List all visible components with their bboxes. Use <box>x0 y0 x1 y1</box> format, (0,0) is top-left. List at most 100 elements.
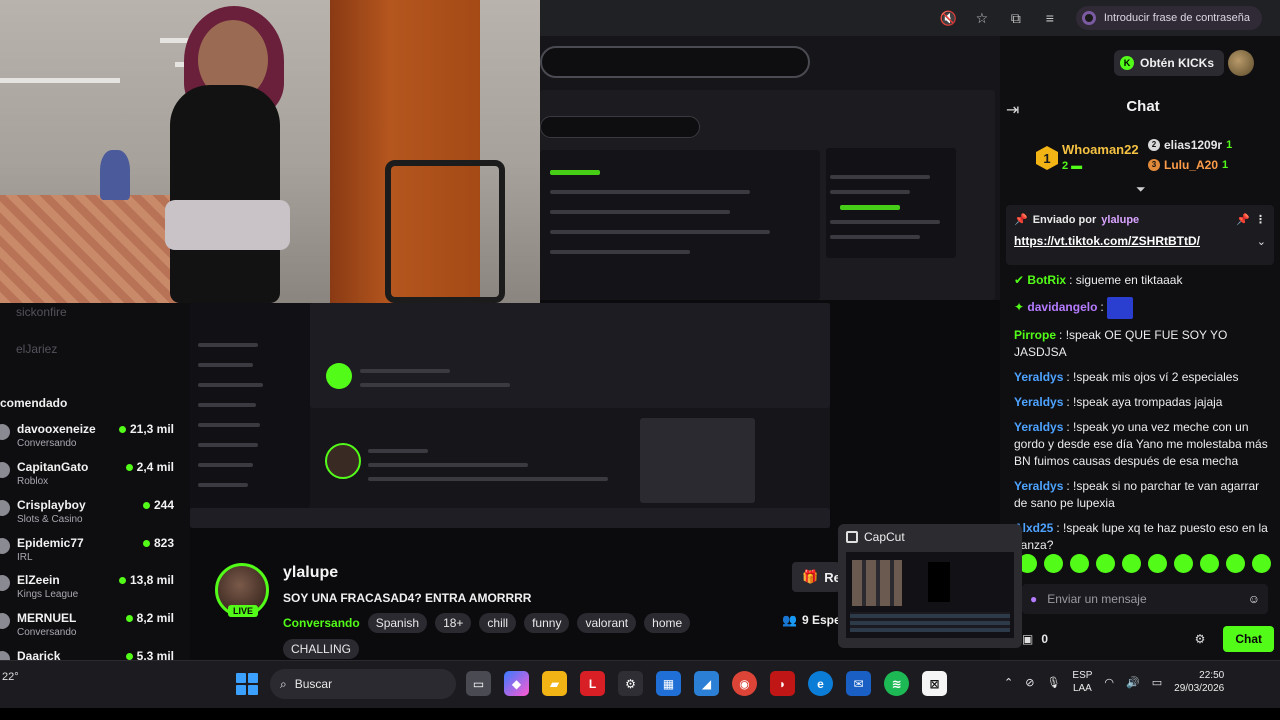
chat-username[interactable]: Yeraldys <box>1014 479 1063 493</box>
user-badge-icon: ● <box>1030 592 1038 606</box>
emote-icon[interactable] <box>1044 554 1063 573</box>
live-dot-icon <box>125 614 133 622</box>
taskbar-search[interactable]: ⌕ Buscar <box>270 669 456 699</box>
capcut-taskbar-icon[interactable]: ⊠ <box>922 671 947 696</box>
emote-icon[interactable] <box>1096 554 1115 573</box>
store-icon[interactable]: ▦ <box>656 671 681 696</box>
wifi-icon[interactable]: ◠ <box>1104 676 1114 689</box>
mute-icon[interactable]: 🔇 <box>940 10 957 26</box>
tag[interactable]: home <box>644 613 691 633</box>
weather-temp[interactable]: 22° <box>2 671 19 683</box>
shield-app-icon[interactable]: ◗ <box>770 671 795 696</box>
chat-username[interactable]: BotRix <box>1027 273 1066 287</box>
language-indicator[interactable]: ESP LAA <box>1072 669 1092 695</box>
emote-icon[interactable] <box>1200 554 1219 573</box>
sidebar-channel[interactable]: MERNUEL Conversando 8,2 mil <box>0 611 180 647</box>
unpin-icon[interactable]: 📌 <box>1236 213 1250 226</box>
emote-icon[interactable] <box>1252 554 1271 573</box>
chevron-down-icon[interactable]: ⌄ <box>1257 235 1266 248</box>
tag[interactable]: chill <box>479 613 517 633</box>
app-tray-icon[interactable]: ⊘ <box>1025 676 1034 689</box>
chat-input-placeholder: Enviar un mensaje <box>1047 592 1147 606</box>
top-gifter-2[interactable]: 2 elias1209r 1 <box>1148 138 1232 152</box>
chat-text: !speak aya trompadas jajaja <box>1073 395 1223 409</box>
top-gifter-3[interactable]: 3 Lulu_A20 1 <box>1148 158 1228 172</box>
copilot-icon[interactable]: ◆ <box>504 671 529 696</box>
sidebar-channel[interactable]: davooxeneize Conversando 21,3 mil <box>0 422 180 458</box>
media-controls-icon[interactable]: ≡ <box>1042 10 1058 26</box>
site-search-input[interactable] <box>540 46 810 78</box>
sidebar-channel[interactable]: Crisplayboy Slots & Casino 244 <box>0 498 180 534</box>
rank-2-icon: 2 <box>1148 139 1160 151</box>
capcut-preview[interactable]: CapCut <box>838 524 1022 648</box>
start-button[interactable] <box>236 673 258 695</box>
top-gifter-1[interactable]: 1 Whoaman22 2 ▬ <box>1036 142 1139 174</box>
chevron-up-icon[interactable]: ⌃ <box>1004 676 1013 689</box>
user-avatar[interactable] <box>1228 50 1254 76</box>
visual-studio-icon[interactable]: ◢ <box>694 671 719 696</box>
sidebar-channel[interactable]: Epidemic77 IRL 823 <box>0 536 180 572</box>
sidebar-channel[interactable]: Daarick 5,3 mil <box>0 649 180 660</box>
chat-username[interactable]: Pirrope <box>1014 328 1056 342</box>
live-dot-icon <box>118 425 126 433</box>
clock[interactable]: 22:50 29/03/2026 <box>1174 669 1224 695</box>
outlook-icon[interactable]: ✉ <box>846 671 871 696</box>
emote-icon[interactable] <box>1174 554 1193 573</box>
chat-username[interactable]: Yeraldys <box>1014 420 1063 434</box>
app-l-icon[interactable]: L <box>580 671 605 696</box>
chat-message: Yeraldys: !speak mis ojos ví 2 especiale… <box>1014 370 1239 384</box>
tag[interactable]: CHALLING <box>283 639 360 659</box>
gear-app-icon[interactable]: ⚙ <box>618 671 643 696</box>
pinned-message[interactable]: 📌 Enviado por ylalupe 📌 ⋮ https://vt.tik… <box>1006 205 1274 265</box>
tag[interactable]: Spanish <box>367 613 428 633</box>
tag[interactable]: funny <box>524 613 570 633</box>
streamer-name[interactable]: ylalupe <box>283 564 338 582</box>
stream-category[interactable]: Conversando <box>283 616 360 630</box>
channel-name: davooxeneize <box>17 422 96 436</box>
emoji-picker-icon[interactable]: ☺ <box>1248 592 1260 606</box>
avatar <box>0 500 10 516</box>
extensions-icon[interactable]: ⧉ <box>1008 10 1024 26</box>
edge-icon[interactable]: e <box>808 671 833 696</box>
live-dot-icon <box>125 652 133 660</box>
gifter-name: elias1209r <box>1164 138 1223 152</box>
chat-username[interactable]: Yeraldys <box>1014 395 1063 409</box>
chrome-icon[interactable]: ◉ <box>732 671 757 696</box>
password-prompt[interactable]: Introducir frase de contraseña <box>1075 6 1262 30</box>
file-explorer-icon[interactable]: ▰ <box>542 671 567 696</box>
bookmark-star-icon[interactable]: ☆ <box>974 10 990 26</box>
volume-icon[interactable]: 🔊 <box>1126 676 1140 689</box>
send-chat-button[interactable]: Chat <box>1223 626 1274 652</box>
sidebar-channel[interactable]: CapitanGato Roblox 2,4 mil <box>0 460 180 496</box>
emote-icon[interactable] <box>1226 554 1245 573</box>
more-options-icon[interactable]: ⋮ <box>1255 213 1266 226</box>
viewer-count: 823 <box>142 536 174 550</box>
emote-icon[interactable] <box>1148 554 1167 573</box>
tag[interactable]: valorant <box>577 613 637 633</box>
pinned-link[interactable]: https://vt.tiktok.com/ZSHRtBTtD/ <box>1014 234 1200 248</box>
nested-stream-preview <box>190 303 830 528</box>
system-tray: ⌃ ⊘ 🎙 ESP LAA ◠ 🔊 ▭ 22:50 29/03/2026 <box>1004 669 1224 695</box>
chat-message-input[interactable]: ● Enviar un mensaje ☺ <box>1022 584 1268 614</box>
spotify-icon[interactable]: ≋ <box>884 671 909 696</box>
avatar <box>0 462 10 478</box>
capcut-icon <box>846 531 858 543</box>
emote-icon[interactable] <box>1070 554 1089 573</box>
search-icon: ⌕ <box>280 676 287 691</box>
battery-icon[interactable]: ▭ <box>1152 676 1162 689</box>
settings-gear-icon[interactable]: ⚙ <box>1195 632 1206 646</box>
task-view-icon[interactable]: ▭ <box>466 671 491 696</box>
sidebar-channel[interactable]: ElZeein Kings League 13,8 mil <box>0 573 180 609</box>
get-kicks-button[interactable]: K Obtén KICKs <box>1114 50 1225 76</box>
channel-name: CapitanGato <box>17 460 89 474</box>
recommend-button[interactable]: 🎁 Re <box>792 562 840 592</box>
emote-icon <box>1107 297 1134 319</box>
chat-username[interactable]: davidangelo <box>1027 300 1097 314</box>
microphone-icon[interactable]: 🎙 <box>1046 676 1060 689</box>
collapse-chat-icon[interactable]: ⇥ <box>1006 100 1019 120</box>
chat-username[interactable]: Yeraldys <box>1014 370 1063 384</box>
expand-gifters-icon[interactable]: ⏷ <box>1136 182 1146 197</box>
emote-icon[interactable] <box>1122 554 1141 573</box>
tag[interactable]: 18+ <box>435 613 472 633</box>
pinned-user: ylalupe <box>1101 213 1140 226</box>
